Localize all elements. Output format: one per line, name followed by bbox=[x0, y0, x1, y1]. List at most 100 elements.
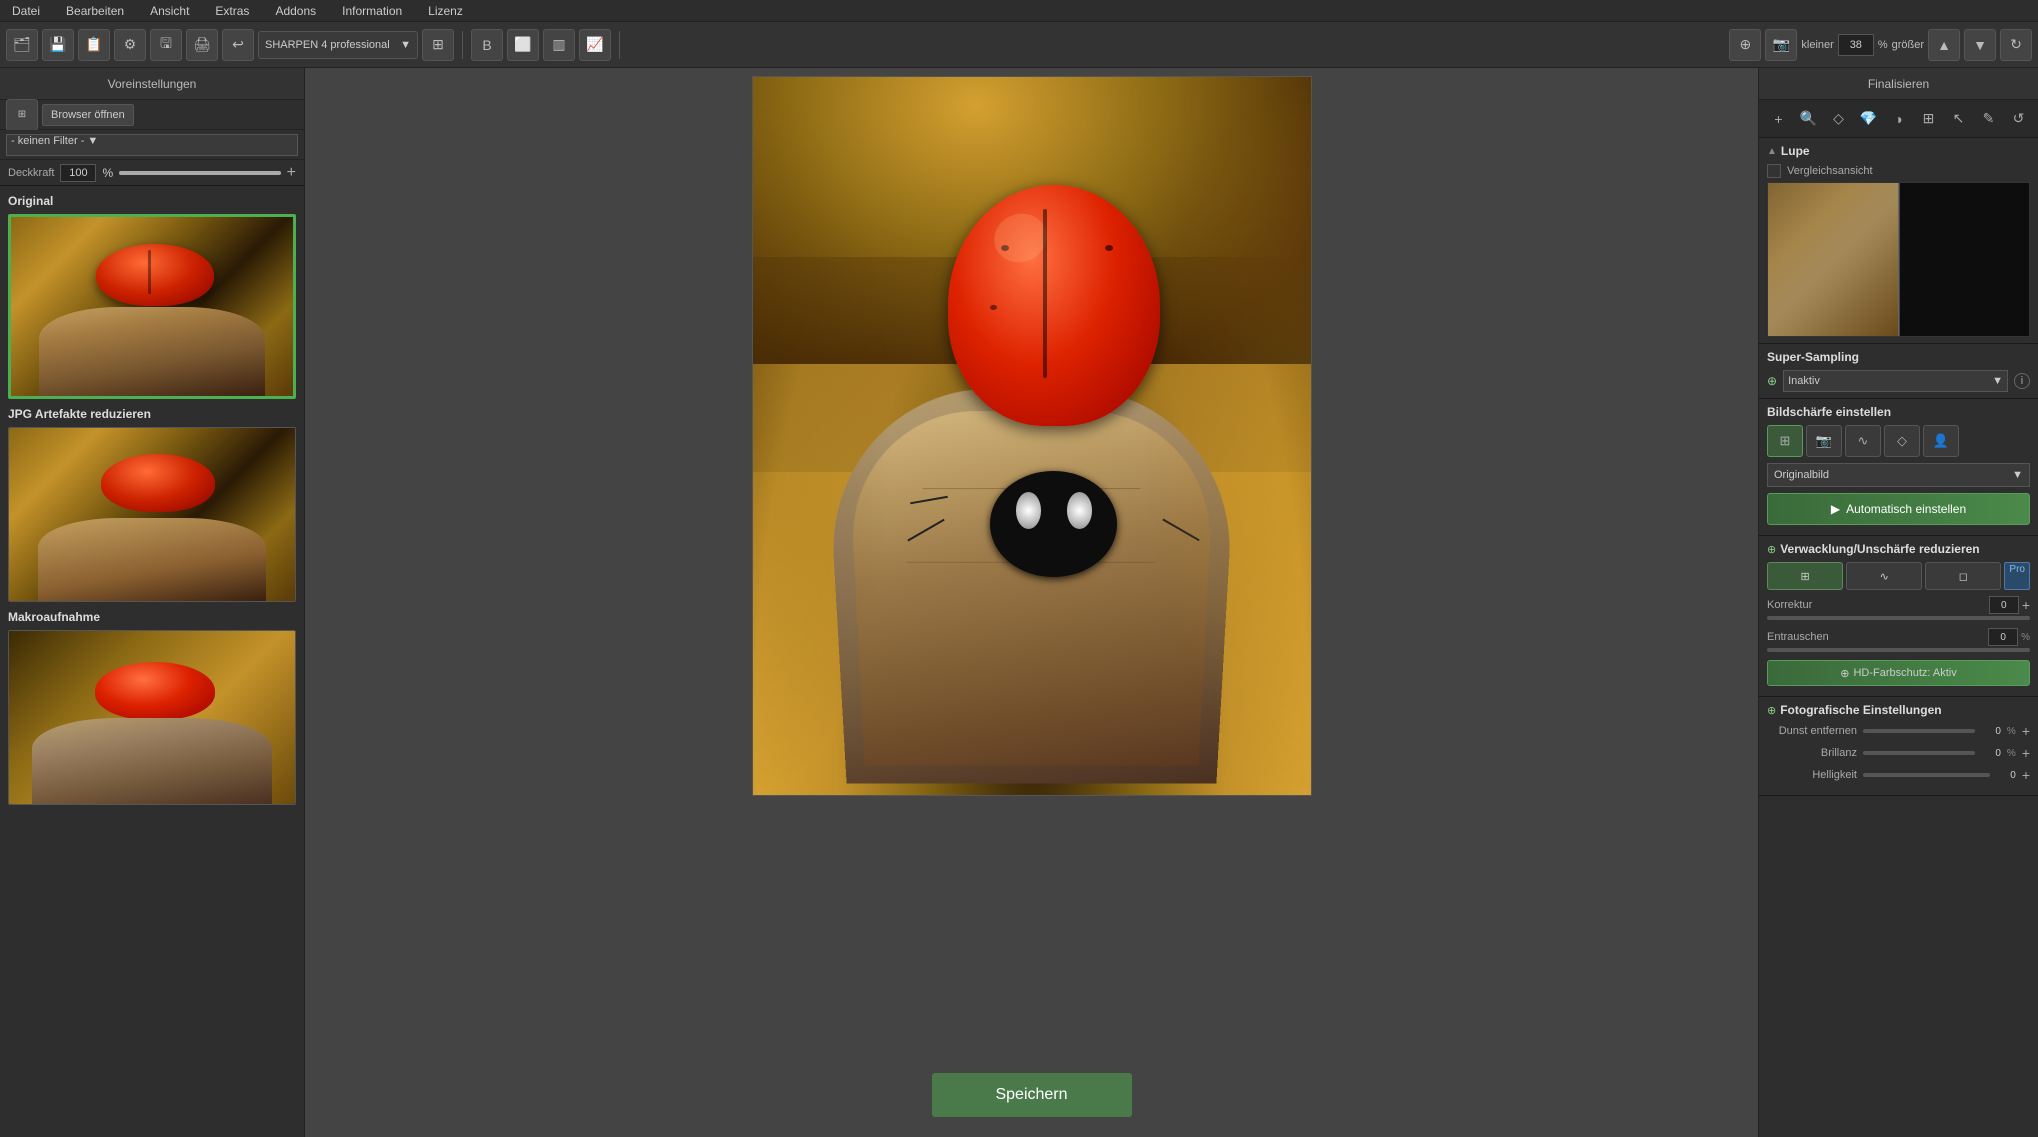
korrektur-value: 0 bbox=[1989, 596, 2019, 614]
menu-information[interactable]: Information bbox=[338, 4, 406, 18]
ss-info-icon[interactable]: i bbox=[2014, 373, 2030, 389]
quality-btn[interactable]: 💎 bbox=[1855, 105, 1882, 133]
transform-btn[interactable]: ⊞ bbox=[422, 29, 454, 61]
menu-datei[interactable]: Datei bbox=[8, 4, 44, 18]
sharpen-mode3[interactable]: ∿ bbox=[1845, 425, 1881, 457]
refresh-btn[interactable]: ↺ bbox=[2005, 105, 2032, 133]
select-btn[interactable]: ↖ bbox=[1945, 105, 1972, 133]
opacity-plus-btn[interactable]: + bbox=[287, 165, 296, 181]
save-btn-toolbar[interactable]: 💾 bbox=[42, 29, 74, 61]
rotate-btn[interactable]: ↻ bbox=[2000, 29, 2032, 61]
ss-title-row: Super-Sampling bbox=[1767, 350, 2030, 364]
zoom-indicator-btn[interactable]: ⊕ bbox=[1729, 29, 1761, 61]
zoom-unit: % bbox=[1878, 39, 1888, 51]
sharpen-mode2[interactable]: 📷 bbox=[1806, 425, 1842, 457]
zoom-btn[interactable]: 🔍 bbox=[1795, 105, 1822, 133]
brillanz-plus[interactable]: + bbox=[2022, 745, 2030, 761]
menu-ansicht[interactable]: Ansicht bbox=[146, 4, 193, 18]
vw-btn1[interactable]: ⊞ bbox=[1767, 562, 1843, 590]
helligkeit-plus[interactable]: + bbox=[2022, 767, 2030, 783]
copy-btn[interactable]: 📋 bbox=[78, 29, 110, 61]
originalbild-row: Originalbild ▼ bbox=[1767, 463, 2030, 487]
opacity-input[interactable] bbox=[60, 164, 96, 182]
entrauschen-label: Entrauschen bbox=[1767, 631, 1829, 643]
korrektur-plus[interactable]: + bbox=[2022, 597, 2030, 613]
bildschaerfe-section: Bildschärfe einstellen ⊞ 📷 ∿ ◇ 👤 Origina… bbox=[1759, 399, 2038, 536]
save-button[interactable]: Speichern bbox=[932, 1073, 1132, 1117]
zoom-down-btn[interactable]: ▼ bbox=[1964, 29, 1996, 61]
menu-lizenz[interactable]: Lizenz bbox=[424, 4, 467, 18]
helligkeit-value: 0 bbox=[1996, 770, 2016, 781]
vergleich-checkbox[interactable] bbox=[1767, 164, 1781, 178]
vw-btn3[interactable]: ◻ bbox=[1925, 562, 2001, 590]
entrauschen-track[interactable] bbox=[1767, 648, 2030, 652]
auto-btn[interactable]: ▶ Automatisch einstellen bbox=[1767, 493, 2030, 525]
sharpen-mode4[interactable]: ◇ bbox=[1884, 425, 1920, 457]
filter-toolbar: - keinen Filter - ▼ bbox=[0, 130, 304, 160]
originalbild-dropdown[interactable]: Originalbild ▼ bbox=[1767, 463, 2030, 487]
presets-scroll: Original JPG Artefakte reduzieren bbox=[0, 186, 304, 1137]
lupe-section: ▲ Lupe Vergleichsansicht bbox=[1759, 138, 2038, 344]
save2-btn[interactable]: 🖫 bbox=[150, 29, 182, 61]
mask-btn[interactable]: ⬜ bbox=[507, 29, 539, 61]
foto-title: Fotografische Einstellungen bbox=[1780, 703, 1941, 717]
vergleich-label: Vergleichsansicht bbox=[1787, 165, 1873, 177]
korrektur-track[interactable] bbox=[1767, 616, 2030, 620]
brillanz-track[interactable] bbox=[1863, 751, 1975, 755]
foto-section: ⊕ Fotografische Einstellungen Dunst entf… bbox=[1759, 697, 2038, 796]
hd-farbschutz-btn[interactable]: ⊕ HD-Farbschutz: Aktiv bbox=[1767, 660, 2030, 686]
zoom-large-label: größer bbox=[1892, 39, 1924, 51]
dunst-track[interactable] bbox=[1863, 729, 1975, 733]
main-image-container bbox=[752, 76, 1312, 796]
brillanz-unit: % bbox=[2007, 748, 2016, 759]
undo-btn[interactable]: ↩ bbox=[222, 29, 254, 61]
dunst-unit: % bbox=[2007, 726, 2016, 737]
sharpen-mode5[interactable]: 👤 bbox=[1923, 425, 1959, 457]
lupe-left bbox=[1768, 183, 1898, 336]
menu-extras[interactable]: Extras bbox=[211, 4, 253, 18]
diamond-btn[interactable]: ◇ bbox=[1825, 105, 1852, 133]
open-file-btn[interactable]: 🗂 bbox=[6, 29, 38, 61]
brush-btn[interactable]: B bbox=[471, 29, 503, 61]
lupe-title-row: ▲ Lupe bbox=[1767, 144, 2030, 158]
main-image bbox=[753, 77, 1311, 795]
preset-jpg[interactable] bbox=[8, 427, 296, 602]
layers-btn[interactable]: ▥ bbox=[543, 29, 575, 61]
contrast-btn[interactable]: ◑ bbox=[1885, 105, 1912, 133]
pencil-btn[interactable]: ✎ bbox=[1975, 105, 2002, 133]
lupe-collapse[interactable]: ▲ bbox=[1767, 146, 1777, 157]
settings-btn[interactable]: ⚙ bbox=[114, 29, 146, 61]
grid2-btn[interactable]: ⊞ bbox=[1915, 105, 1942, 133]
foto-header: ⊕ Fotografische Einstellungen bbox=[1767, 703, 2030, 717]
plugin-selector[interactable]: SHARPEN 4 professional ▼ bbox=[258, 31, 418, 59]
filter-select[interactable]: - keinen Filter - ▼ bbox=[6, 134, 298, 156]
sharpen-mode1[interactable]: ⊞ bbox=[1767, 425, 1803, 457]
print-btn[interactable]: 🖨 bbox=[186, 29, 218, 61]
brillanz-row: Brillanz 0 % + bbox=[1767, 745, 2030, 761]
lupe-preview bbox=[1767, 182, 2030, 337]
zoom-area: ⊕ 📷 kleiner % größer ▲ ▼ ↻ bbox=[1729, 29, 2032, 61]
vergleich-row: Vergleichsansicht bbox=[1767, 164, 2030, 178]
entrauschen-slider-row: Entrauschen 0 % bbox=[1767, 628, 2030, 652]
ladybug-head bbox=[990, 471, 1117, 577]
menu-bearbeiten[interactable]: Bearbeiten bbox=[62, 4, 128, 18]
camera-btn[interactable]: 📷 bbox=[1765, 29, 1797, 61]
helligkeit-track[interactable] bbox=[1863, 773, 1990, 777]
zoom-input[interactable] bbox=[1838, 34, 1874, 56]
ss-icon: ⊕ bbox=[1767, 374, 1777, 388]
open-browser-btn[interactable]: Browser öffnen bbox=[42, 104, 134, 126]
vw-icon: ⊕ bbox=[1767, 543, 1776, 556]
dunst-plus[interactable]: + bbox=[2022, 723, 2030, 739]
menu-addons[interactable]: Addons bbox=[271, 4, 320, 18]
add-btn[interactable]: + bbox=[1765, 105, 1792, 133]
opacity-slider[interactable] bbox=[119, 171, 281, 175]
vw-btn2[interactable]: ∿ bbox=[1846, 562, 1922, 590]
sharpen-mode-icons: ⊞ 📷 ∿ ◇ 👤 bbox=[1767, 425, 2030, 457]
zoom-up-btn[interactable]: ▲ bbox=[1928, 29, 1960, 61]
ss-dropdown[interactable]: Inaktiv ▼ bbox=[1783, 370, 2008, 392]
preset-makro[interactable] bbox=[8, 630, 296, 805]
section-original-label: Original bbox=[8, 194, 296, 208]
preset-original[interactable] bbox=[8, 214, 296, 399]
curve-btn[interactable]: 📈 bbox=[579, 29, 611, 61]
grid-btn[interactable]: ⊞ bbox=[6, 99, 38, 131]
